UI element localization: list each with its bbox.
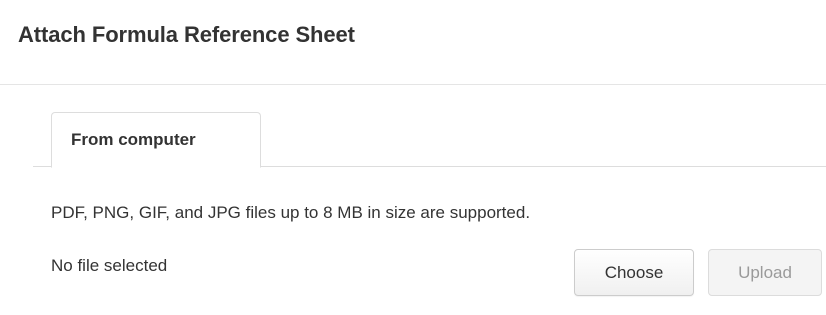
upload-button[interactable]: Upload [708, 249, 822, 296]
tab-strip: From computer [33, 112, 826, 168]
tab-label: From computer [71, 130, 196, 149]
supported-files-info: PDF, PNG, GIF, and JPG files up to 8 MB … [51, 203, 531, 222]
file-status-text: No file selected [51, 256, 168, 275]
choose-button[interactable]: Choose [574, 249, 694, 296]
dialog-title: Attach Formula Reference Sheet [18, 22, 355, 47]
tab-from-computer[interactable]: From computer [51, 112, 261, 168]
dialog-header: Attach Formula Reference Sheet [0, 0, 826, 85]
